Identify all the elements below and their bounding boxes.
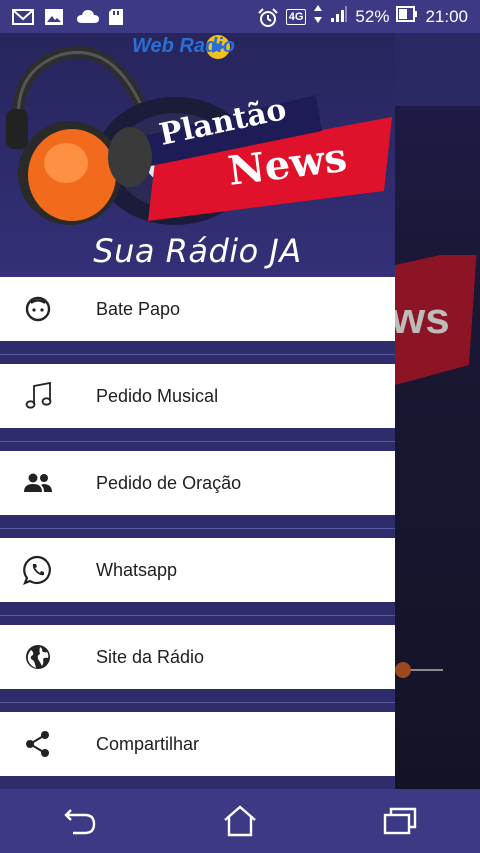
web-radio-label: Web Radio <box>132 35 235 57</box>
system-nav-bar <box>0 789 480 853</box>
image-icon <box>44 8 66 26</box>
network-type-badge: 4G <box>285 8 307 25</box>
clock: 21:00 <box>425 6 468 26</box>
signal-icon <box>330 5 348 28</box>
menu-label: Site da Rádio <box>96 646 205 667</box>
globe-icon <box>22 641 54 673</box>
battery-percent: 52% <box>355 6 390 26</box>
whatsapp-icon <box>22 554 54 586</box>
share-icon <box>22 728 54 760</box>
sd-card-icon <box>108 8 130 26</box>
menu-item-pedido-musical[interactable]: Pedido Musical <box>0 364 395 428</box>
data-arrows-icon <box>313 4 323 29</box>
gmail-icon <box>12 8 34 26</box>
status-bar: 4G 52% 21:00 <box>0 0 480 33</box>
menu-divider <box>0 441 395 442</box>
menu-divider <box>0 615 395 616</box>
menu-item-bate-papo[interactable]: Bate Papo <box>0 277 395 341</box>
music-note-icon <box>22 380 54 412</box>
background-seek-knob <box>395 662 411 678</box>
home-icon[interactable] <box>220 801 260 841</box>
alarm-icon <box>257 7 279 27</box>
navigation-drawer: Plantão News Web Radio Sua Rádio JA Bate… <box>0 33 395 789</box>
drawer-header: Plantão News Web Radio Sua Rádio JA <box>0 33 395 277</box>
menu-label: Compartilhar <box>96 733 200 754</box>
menu-label: Bate Papo <box>96 298 181 319</box>
menu-label: Pedido de Oração <box>96 472 242 493</box>
background-app-bar <box>395 33 480 106</box>
plantao-news-logo: Plantão News <box>6 35 392 225</box>
cloud-icon <box>76 8 99 26</box>
menu-divider <box>0 354 395 355</box>
system-indicators: 4G 52% 21:00 <box>257 4 480 29</box>
svg-text:ws: ws <box>395 294 450 343</box>
back-icon[interactable] <box>60 801 100 841</box>
background-brand-banner: ws <box>395 255 477 385</box>
menu-label: Whatsapp <box>96 559 178 580</box>
menu-item-site-da-radio[interactable]: Site da Rádio <box>0 625 395 689</box>
people-icon <box>22 467 54 499</box>
drawer-tagline: Sua Rádio JA <box>93 232 302 270</box>
menu-label: Pedido Musical <box>96 385 219 406</box>
battery-icon <box>396 6 418 27</box>
chat-face-icon <box>22 293 54 325</box>
background-app-content: ws <box>395 33 480 789</box>
notification-icons <box>0 8 130 26</box>
recents-icon[interactable] <box>380 801 420 841</box>
menu-item-compartilhar[interactable]: Compartilhar <box>0 712 395 776</box>
menu-item-whatsapp[interactable]: Whatsapp <box>0 538 395 602</box>
menu-divider <box>0 702 395 703</box>
menu-divider <box>0 528 395 529</box>
menu-item-pedido-de-oracao[interactable]: Pedido de Oração <box>0 451 395 515</box>
